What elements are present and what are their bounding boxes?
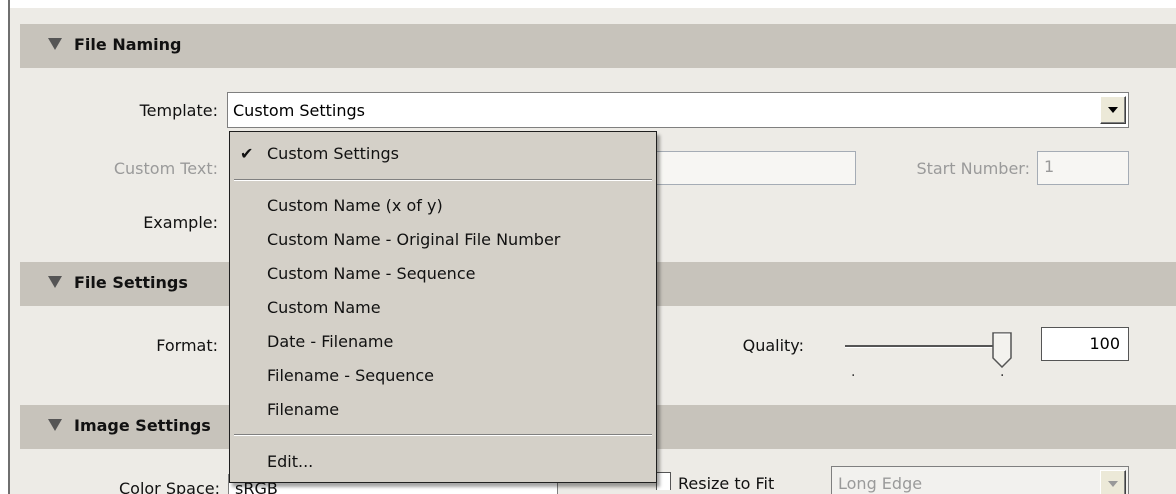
collapse-triangle-icon xyxy=(48,419,62,431)
checkmark-icon: ✔ xyxy=(240,144,254,163)
menu-item-label: Edit... xyxy=(267,452,314,471)
section-header-file-naming[interactable]: File Naming xyxy=(20,24,1176,68)
menu-item-label: Custom Name xyxy=(267,298,381,317)
menu-item-custom-name-sequence[interactable]: Custom Name - Sequence xyxy=(230,258,656,290)
template-label: Template: xyxy=(139,101,218,120)
menu-item-label: Custom Name - Sequence xyxy=(267,264,476,283)
custom-text-input[interactable] xyxy=(640,151,856,185)
menu-item-label: Date - Filename xyxy=(267,332,394,351)
menu-item-filename-sequence[interactable]: Filename - Sequence xyxy=(230,360,656,392)
template-selected-value: Custom Settings xyxy=(233,101,366,120)
slider-tick-min: · xyxy=(851,368,856,384)
panel-border xyxy=(8,0,10,494)
quality-value: 100 xyxy=(1089,334,1120,353)
resize-to-fit-checkbox[interactable] xyxy=(656,472,671,490)
color-space-label: Color Space: xyxy=(118,479,220,494)
start-number-input[interactable]: 1 xyxy=(1037,151,1129,185)
start-number-value: 1 xyxy=(1044,157,1055,176)
menu-item-label: Filename xyxy=(267,400,340,419)
format-label: Format: xyxy=(156,336,218,355)
dropdown-arrow-icon[interactable] xyxy=(1100,470,1126,494)
quality-slider-thumb[interactable] xyxy=(991,332,1015,368)
menu-separator xyxy=(234,179,652,181)
menu-item-custom-name-x-of-y[interactable]: Custom Name (x of y) xyxy=(230,190,656,222)
menu-separator xyxy=(234,434,652,436)
resize-mode-value: Long Edge xyxy=(838,474,923,493)
start-number-label: Start Number: xyxy=(916,159,1030,178)
collapse-triangle-icon xyxy=(48,38,62,50)
resize-mode-select[interactable]: Long Edge xyxy=(831,466,1129,494)
quality-slider-track[interactable] xyxy=(845,345,995,348)
section-title: File Naming xyxy=(74,35,182,54)
menu-item-custom-name-original-file-number[interactable]: Custom Name - Original File Number xyxy=(230,224,656,256)
template-select[interactable]: Custom Settings xyxy=(227,92,1129,128)
top-margin xyxy=(10,0,1176,8)
template-dropdown-menu: ✔ Custom Settings Custom Name (x of y) C… xyxy=(229,131,657,483)
menu-item-custom-settings[interactable]: ✔ Custom Settings xyxy=(230,138,656,170)
custom-text-label: Custom Text: xyxy=(113,159,218,178)
export-dialog: File Naming Template: Custom Settings Cu… xyxy=(0,0,1176,494)
menu-item-label: Filename - Sequence xyxy=(267,366,435,385)
collapse-triangle-icon xyxy=(48,276,62,288)
menu-item-label: Custom Settings xyxy=(267,144,400,163)
example-label: Example: xyxy=(143,213,218,232)
menu-item-edit[interactable]: Edit... xyxy=(230,446,656,478)
menu-item-filename[interactable]: Filename xyxy=(230,394,656,426)
menu-item-custom-name[interactable]: Custom Name xyxy=(230,292,656,324)
dropdown-arrow-icon[interactable] xyxy=(1100,96,1126,124)
section-title: Image Settings xyxy=(74,416,211,435)
menu-item-date-filename[interactable]: Date - Filename xyxy=(230,326,656,358)
left-margin xyxy=(0,0,8,494)
menu-item-label: Custom Name (x of y) xyxy=(267,196,443,215)
menu-item-label: Custom Name - Original File Number xyxy=(267,230,561,249)
section-title: File Settings xyxy=(74,273,188,292)
quality-input[interactable]: 100 xyxy=(1041,327,1129,361)
quality-label: Quality: xyxy=(742,336,804,355)
resize-to-fit-label: Resize to Fit xyxy=(678,474,775,493)
slider-tick-max: · xyxy=(1000,368,1005,384)
